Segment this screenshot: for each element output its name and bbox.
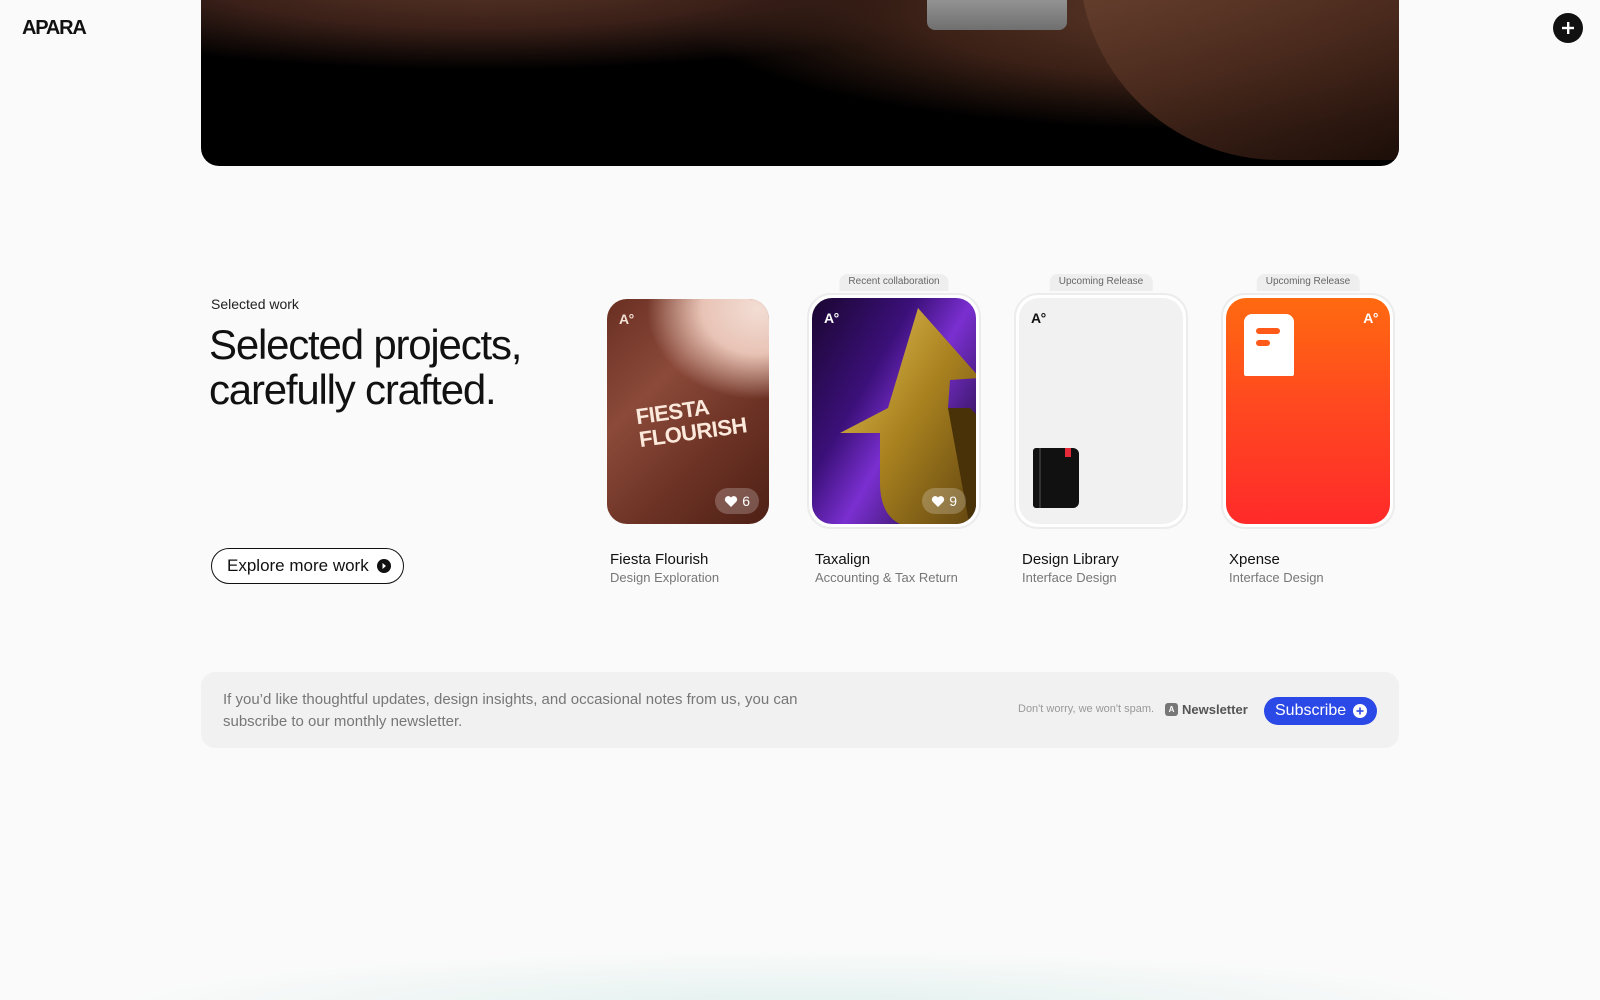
card-logo-icon: A°	[824, 310, 839, 326]
like-count[interactable]: 6	[715, 488, 759, 514]
receipt-icon	[1244, 314, 1294, 376]
newsletter-spam-note: Don't worry, we won't spam.	[1018, 703, 1155, 715]
hero-image	[201, 0, 1399, 166]
project-thumbnail[interactable]: A°	[1019, 298, 1183, 524]
project-title[interactable]: Xpense	[1229, 551, 1280, 568]
card-tag: Recent collaboration	[839, 274, 949, 291]
project-thumbnail[interactable]: FIESTA FLOURISH A° 6	[607, 299, 769, 524]
brand-logo[interactable]: APARA	[22, 17, 87, 40]
card-tag: Upcoming Release	[1256, 274, 1360, 291]
project-subtitle: Accounting & Tax Return	[815, 570, 958, 585]
newsletter-message: If you’d like thoughtful updates, design…	[223, 691, 798, 730]
explore-button-label: Explore more work	[227, 556, 369, 575]
card-logo-icon: A°	[1031, 310, 1046, 326]
newsletter-banner: If you’d like thoughtful updates, design…	[201, 672, 1399, 748]
like-count-value: 6	[742, 493, 750, 509]
newsletter-logo-icon: A	[1165, 703, 1178, 716]
project-subtitle: Interface Design	[1022, 570, 1117, 585]
like-count-value: 9	[949, 493, 957, 509]
newsletter-badge-label: Newsletter	[1182, 702, 1248, 717]
project-subtitle: Design Exploration	[610, 570, 720, 585]
explore-more-work-button[interactable]: Explore more work	[211, 548, 404, 584]
card-logo-icon: A°	[619, 311, 634, 327]
menu-plus-button[interactable]	[1553, 13, 1583, 43]
subscribe-button[interactable]: Subscribe	[1264, 697, 1378, 725]
arrow-right-circle-icon	[376, 559, 391, 573]
heart-icon	[932, 495, 945, 507]
like-count[interactable]: 9	[922, 488, 966, 514]
section-headline: Selected projects, carefully crafted.	[209, 321, 522, 413]
plus-circle-icon	[1353, 704, 1368, 718]
newsletter-badge: A Newsletter	[1165, 702, 1248, 717]
section-eyebrow: Selected work	[211, 296, 299, 312]
card-tag: Upcoming Release	[1049, 274, 1153, 291]
project-title[interactable]: Taxalign	[815, 551, 870, 568]
project-thumbnail[interactable]: A°	[1226, 298, 1390, 524]
heart-icon	[725, 495, 738, 507]
book-icon	[1033, 448, 1079, 508]
footer-glow	[0, 940, 1600, 1000]
project-thumbnail[interactable]: A° 9	[812, 298, 976, 524]
project-title[interactable]: Fiesta Flourish	[610, 551, 708, 568]
hero-watch-strap	[927, 0, 1067, 30]
project-title[interactable]: Design Library	[1022, 551, 1119, 568]
card-logo-icon: A°	[1363, 310, 1378, 326]
project-subtitle: Interface Design	[1229, 570, 1324, 585]
plus-icon	[1562, 22, 1574, 34]
subscribe-button-label: Subscribe	[1275, 702, 1347, 719]
